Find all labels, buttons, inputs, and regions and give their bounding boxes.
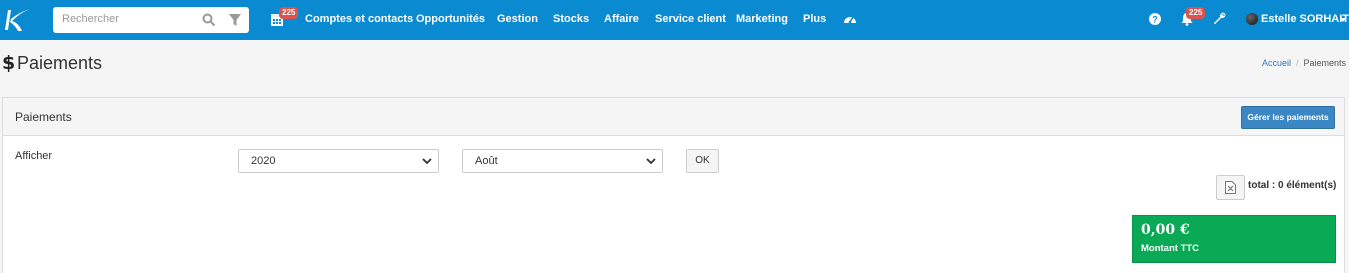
panel-header: Paiements Gérer les paiements <box>3 98 1344 136</box>
user-menu[interactable]: Estelle SORHAITZ <box>1261 13 1349 25</box>
search-box[interactable]: Rechercher <box>53 7 249 33</box>
search-input[interactable]: Rechercher <box>62 13 119 25</box>
nav-service-client[interactable]: Service client <box>655 13 726 25</box>
chevron-down-icon <box>422 158 432 165</box>
breadcrumb-current: Paiements <box>1303 58 1346 68</box>
amount-label: Montant TTC <box>1141 243 1200 254</box>
manage-payments-button[interactable]: Gérer les paiements <box>1241 106 1335 129</box>
payments-panel: Paiements Gérer les paiements Afficher 2… <box>2 97 1345 273</box>
help-icon[interactable]: ? <box>1149 13 1161 25</box>
top-navbar: Rechercher 225 Comptes et contacts Oppor… <box>0 0 1349 40</box>
ok-button[interactable]: OK <box>686 149 719 173</box>
amount-card: 0,00 € Montant TTC <box>1132 215 1336 263</box>
nav-comptes-contacts[interactable]: Comptes et contacts <box>305 13 413 25</box>
year-select[interactable]: 2020 <box>238 149 439 173</box>
month-select[interactable]: Août <box>462 149 663 173</box>
panel-title: Paiements <box>15 110 72 124</box>
chevron-down-icon <box>646 158 656 165</box>
dashboard-icon[interactable] <box>843 13 857 25</box>
dollar-icon: $ <box>2 52 16 74</box>
svg-text:?: ? <box>1152 15 1158 25</box>
notifications-badge: 225 <box>1186 7 1206 19</box>
breadcrumb: Accueil / Paiements <box>1262 58 1346 68</box>
year-select-value: 2020 <box>251 155 276 167</box>
month-select-value: Août <box>475 155 498 167</box>
avatar[interactable] <box>1246 13 1258 25</box>
page-title: Paiements <box>17 53 103 73</box>
search-icon[interactable] <box>202 13 216 27</box>
excel-file-icon <box>1225 181 1236 194</box>
nav-opportunites[interactable]: Opportunités <box>416 13 485 25</box>
filter-label: Afficher <box>15 150 53 162</box>
calendar-badge: 225 <box>279 7 299 19</box>
breadcrumb-home[interactable]: Accueil <box>1262 58 1291 68</box>
nav-plus[interactable]: Plus <box>803 13 826 25</box>
nav-gestion[interactable]: Gestion <box>497 13 538 25</box>
filter-icon[interactable] <box>229 13 241 27</box>
breadcrumb-separator: / <box>1295 58 1299 68</box>
chevron-down-icon[interactable] <box>1340 18 1346 22</box>
amount-value: 0,00 € <box>1141 222 1190 238</box>
nav-stocks[interactable]: Stocks <box>553 13 589 25</box>
app-logo[interactable] <box>2 6 34 34</box>
wrench-icon[interactable] <box>1213 12 1226 25</box>
total-count: total : 0 élément(s) <box>1248 180 1337 191</box>
export-excel-button[interactable] <box>1216 175 1245 200</box>
nav-affaire[interactable]: Affaire <box>604 13 639 25</box>
nav-marketing[interactable]: Marketing <box>736 13 788 25</box>
